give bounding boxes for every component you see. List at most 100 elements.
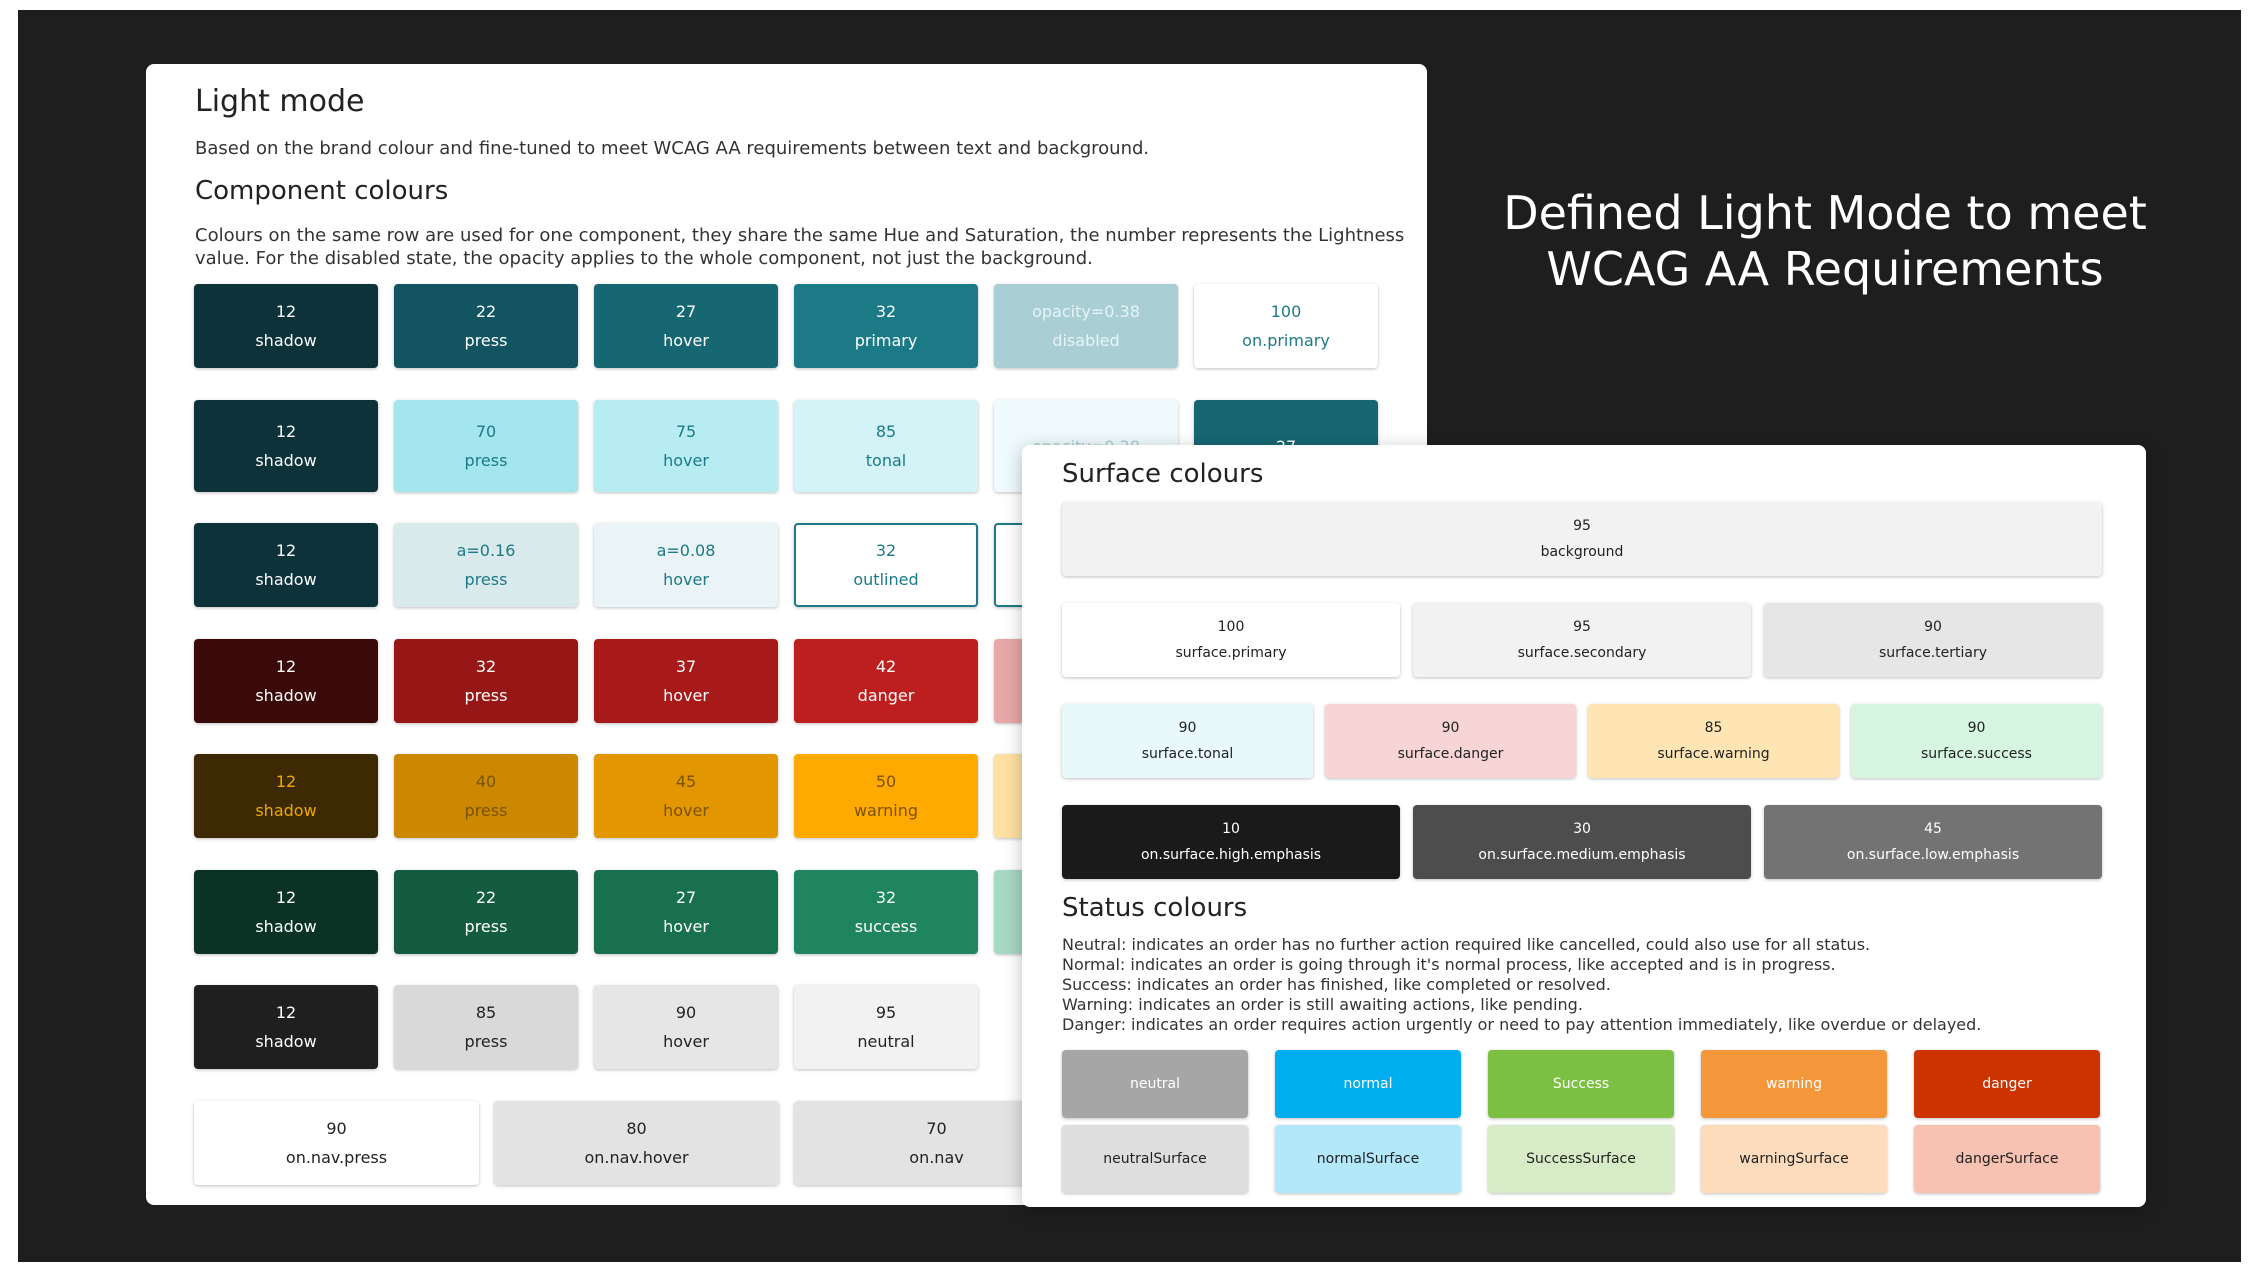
swatch-value: 42: [875, 657, 897, 676]
swatch-value: 90: [1924, 619, 1942, 635]
surface-colours-title: Surface colours: [1062, 459, 1264, 489]
swatch-value: 100: [1217, 619, 1245, 635]
swatch-value: 22: [475, 888, 497, 907]
nav-swatch-on-nav-press: 90 on.nav.press: [194, 1101, 479, 1185]
swatch-label: normal: [1343, 1076, 1393, 1092]
swatch-value: opacity=0.38: [1032, 302, 1140, 321]
surface-swatch-surface-tertiary: 90 surface.tertiary: [1764, 603, 2102, 677]
swatch-label: hover: [663, 451, 709, 470]
swatch-label: surface.primary: [1175, 645, 1287, 661]
status-swatch-success: Success: [1488, 1050, 1674, 1118]
surface-swatch-surface-tonal: 90 surface.tonal: [1062, 704, 1313, 778]
swatch-label: press: [464, 801, 508, 820]
component-swatch-primary: 32 primary: [794, 284, 978, 368]
component-swatch-hover: 90 hover: [594, 985, 778, 1069]
swatch-value: 95: [1573, 518, 1591, 534]
component-swatch-tonal: 85 tonal: [794, 400, 978, 492]
surface-swatch-on-surface-medium-emphasis: 30 on.surface.medium.emphasis: [1413, 805, 1751, 879]
surface-swatch-on-surface-high-emphasis: 10 on.surface.high.emphasis: [1062, 805, 1400, 879]
status-swatch-danger: danger: [1914, 1050, 2100, 1118]
swatch-label: SuccessSurface: [1526, 1151, 1636, 1167]
swatch-label: dangerSurface: [1955, 1151, 2059, 1167]
swatch-label: hover: [663, 1032, 709, 1051]
swatch-value: 12: [275, 657, 297, 676]
swatch-value: 32: [875, 888, 897, 907]
status-description-line: Success: indicates an order has finished…: [1062, 975, 1611, 994]
component-swatch-warning: 50 warning: [794, 754, 978, 838]
swatch-value: 12: [275, 302, 297, 321]
swatch-value: 85: [875, 422, 897, 441]
status-swatch-warning: warning: [1701, 1050, 1887, 1118]
swatch-label: shadow: [255, 917, 317, 936]
swatch-value: 80: [626, 1119, 647, 1138]
swatch-label: shadow: [255, 801, 317, 820]
status-description-line: Danger: indicates an order requires acti…: [1062, 1015, 1982, 1034]
surface-swatch-surface-success: 90 surface.success: [1851, 704, 2102, 778]
component-swatch-press: 70 press: [394, 400, 578, 492]
component-colours-desc-1: Colours on the same row are used for one…: [195, 225, 1405, 246]
swatch-label: neutral: [1129, 1076, 1181, 1092]
swatch-label: outlined: [853, 570, 919, 589]
swatch-value: 12: [275, 888, 297, 907]
swatch-label: on.nav.press: [285, 1148, 388, 1167]
swatch-value: a=0.08: [656, 541, 716, 560]
swatch-value: 90: [326, 1119, 347, 1138]
status-surface-swatch-normalsurface: normalSurface: [1275, 1125, 1461, 1193]
component-swatch-shadow: 12 shadow: [194, 639, 378, 723]
swatch-value: 90: [1441, 720, 1460, 736]
light-mode-intro: Based on the brand colour and fine-tuned…: [195, 138, 1150, 159]
status-surface-swatch-dangersurface: dangerSurface: [1914, 1125, 2100, 1193]
swatch-label: shadow: [255, 570, 317, 589]
swatch-value: 22: [475, 302, 497, 321]
component-swatch-shadow: 12 shadow: [194, 523, 378, 607]
swatch-value: 95: [875, 1003, 897, 1022]
component-swatch-shadow: 12 shadow: [194, 284, 378, 368]
component-swatch-hover: 27 hover: [594, 870, 778, 954]
status-description-line: Neutral: indicates an order has no furth…: [1062, 935, 1871, 954]
swatch-label: on.surface.low.emphasis: [1846, 847, 2020, 863]
swatch-value: 40: [475, 772, 497, 791]
swatch-label: warning: [1765, 1076, 1823, 1092]
swatch-value: 27: [675, 302, 697, 321]
swatch-label: normalSurface: [1316, 1151, 1420, 1167]
swatch-label: press: [464, 917, 508, 936]
swatch-value: 85: [475, 1003, 497, 1022]
hero-heading: Defined Light Mode to meet WCAG AA Requi…: [1445, 185, 2205, 297]
swatch-value: 70: [475, 422, 497, 441]
swatch-label: press: [464, 1032, 508, 1051]
swatch-label: shadow: [255, 451, 317, 470]
swatch-label: danger: [857, 686, 915, 705]
swatch-value: 90: [1967, 720, 1986, 736]
swatch-value: 100: [1270, 302, 1302, 321]
component-swatch-success: 32 success: [794, 870, 978, 954]
component-swatch-press: 85 press: [394, 985, 578, 1069]
swatch-value: 70: [926, 1119, 947, 1138]
swatch-label: surface.success: [1921, 746, 2032, 762]
swatch-label: on.primary: [1242, 331, 1330, 350]
component-swatch-shadow: 12 shadow: [194, 754, 378, 838]
swatch-label: shadow: [255, 331, 317, 350]
surface-swatch-surface-warning: 85 surface.warning: [1588, 704, 1839, 778]
surface-swatch-surface-primary: 100 surface.primary: [1062, 603, 1400, 677]
swatch-value: 32: [475, 657, 497, 676]
swatch-label: press: [464, 451, 508, 470]
status-descriptions: Neutral: indicates an order has no furth…: [1062, 935, 1981, 1035]
hero-line-1: Defined Light Mode to meet: [1503, 186, 2147, 240]
swatch-value: 12: [275, 422, 297, 441]
swatch-label: tonal: [865, 451, 907, 470]
status-description-line: Normal: indicates an order is going thro…: [1062, 955, 1836, 974]
swatch-label: hover: [663, 801, 709, 820]
swatch-value: 12: [275, 772, 297, 791]
swatch-label: success: [854, 917, 918, 936]
component-swatch-press: 32 press: [394, 639, 578, 723]
swatch-label: hover: [663, 331, 709, 350]
swatch-value: 12: [275, 1003, 297, 1022]
swatch-value: 85: [1704, 720, 1723, 736]
component-swatch-shadow: 12 shadow: [194, 985, 378, 1069]
hero-line-2: WCAG AA Requirements: [1546, 242, 2104, 296]
swatch-label: neutralSurface: [1103, 1151, 1207, 1167]
status-swatch-normal: normal: [1275, 1050, 1461, 1118]
surface-colours-panel: Surface colours 95 background 100 surface.p…: [1022, 445, 2146, 1207]
component-swatch-hover: a=0.08 hover: [594, 523, 778, 607]
swatch-label: on.surface.medium.emphasis: [1478, 847, 1686, 863]
